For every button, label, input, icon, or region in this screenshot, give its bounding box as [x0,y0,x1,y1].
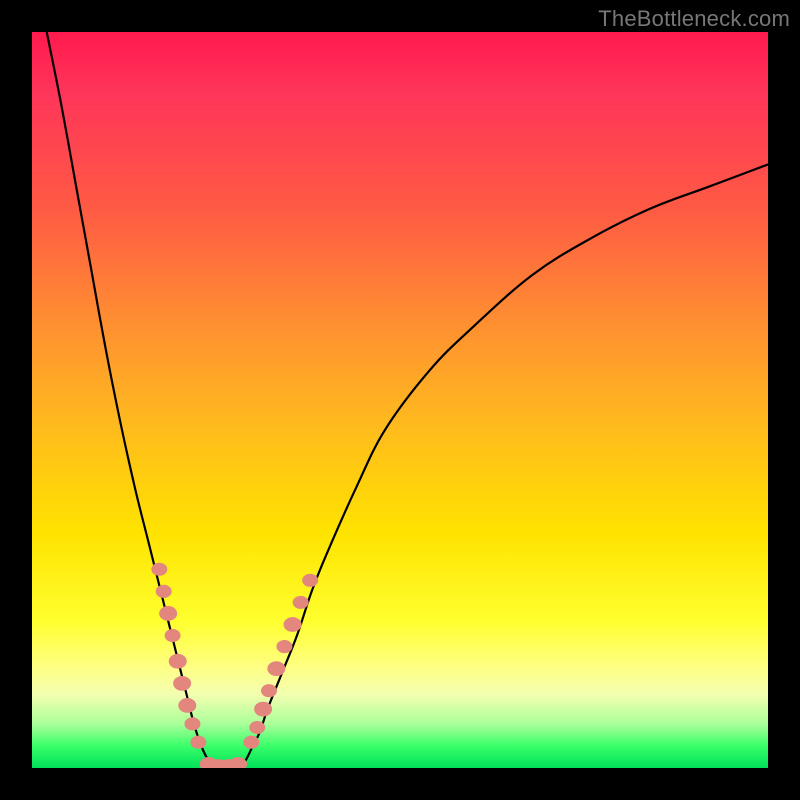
marker-dot [184,717,200,730]
chart-svg [32,32,768,768]
marker-dot [284,617,302,632]
marker-dot [254,702,272,717]
marker-dot [159,606,177,621]
marker-dot [243,736,259,749]
marker-dot [229,757,247,768]
marker-dot [302,574,318,587]
marker-dot [190,736,206,749]
marker-dot [151,563,167,576]
series-left-curve [47,32,216,768]
watermark-text: TheBottleneck.com [598,6,790,32]
marker-dot [293,596,309,609]
marker-dot [178,698,196,713]
marker-layer [151,563,318,768]
marker-dot [165,629,181,642]
marker-dot [249,721,265,734]
curve-layer [47,32,768,768]
marker-dot [173,676,191,691]
marker-dot [276,640,292,653]
plot-area [32,32,768,768]
marker-dot [156,585,172,598]
marker-dot [267,661,285,676]
series-right-curve [238,164,768,768]
marker-dot [169,654,187,669]
outer-frame: TheBottleneck.com [0,0,800,800]
marker-dot [261,684,277,697]
